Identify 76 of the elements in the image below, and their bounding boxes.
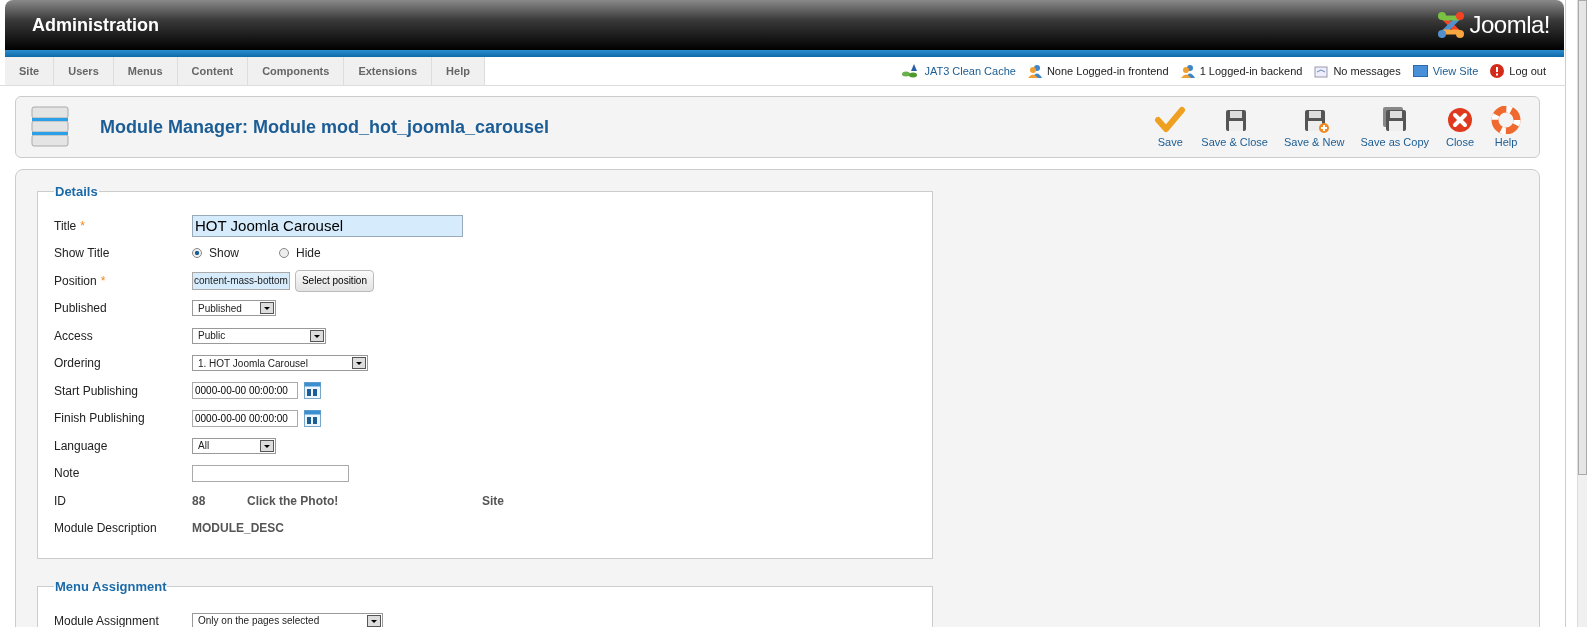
select-position-button[interactable]: Select position: [294, 269, 374, 292]
field-label: Module Description: [54, 521, 157, 536]
menu-item[interactable]: Users: [54, 57, 114, 85]
dropdown[interactable]: All: [192, 437, 276, 454]
caret-icon: [367, 614, 381, 627]
toolbar-button[interactable]: Help: [1483, 106, 1529, 148]
field-label: Start Publishing: [54, 383, 139, 398]
module-icon: [30, 105, 70, 149]
toolbar-button[interactable]: Save & Close: [1193, 106, 1276, 148]
date-input[interactable]: 0000-00-00 00:00:00: [192, 409, 298, 427]
field-label: Published: [54, 301, 107, 316]
scrollbar-thumb[interactable]: [1578, 0, 1587, 475]
radio-option[interactable]: Show: [192, 246, 279, 261]
page-title: Module Manager: Module mod_hot_joomla_carousel: [100, 116, 551, 138]
title-input[interactable]: HOT Joomla Carousel: [192, 214, 463, 237]
message-icon: [1314, 64, 1329, 78]
menu-item[interactable]: Components: [248, 57, 345, 85]
status-text: No messages: [1333, 65, 1401, 77]
field-label: Position: [54, 273, 97, 288]
field-label: Finish Publishing: [54, 411, 145, 426]
calendar-icon[interactable]: [304, 409, 321, 427]
dropdown[interactable]: 1. HOT Joomla Carousel: [192, 355, 368, 372]
radio-option[interactable]: Hide: [279, 246, 366, 261]
close-icon: [1445, 106, 1475, 134]
lifebuoy-icon: [1491, 106, 1521, 134]
required-mark: *: [100, 273, 106, 288]
status-text: 1 Logged-in backend: [1199, 65, 1303, 77]
field-label: Ordering: [54, 356, 101, 371]
menu-item[interactable]: Extensions: [344, 57, 433, 85]
cache-icon: [901, 64, 920, 78]
caret-icon: [260, 439, 274, 452]
info-value: MODULE_DESC: [192, 520, 284, 537]
toolbar-button[interactable]: Save: [1147, 106, 1194, 148]
position-input[interactable]: content-mass-bottom: [192, 271, 290, 290]
fieldset-legend: Menu Assignment: [54, 579, 168, 594]
screen-icon: [1412, 65, 1428, 77]
scrollbar[interactable]: [1577, 0, 1587, 627]
dropdown[interactable]: Public: [192, 327, 326, 344]
caret-icon: [260, 302, 274, 315]
menu-item[interactable]: Menus: [113, 57, 178, 85]
toolbar-button[interactable]: Save as Copy: [1352, 106, 1437, 148]
field-label: Note: [54, 466, 80, 481]
field-label: Module Assignment: [54, 613, 159, 627]
status-link[interactable]: JAT3 Clean Cache: [924, 65, 1016, 77]
checkmark-icon: [1155, 106, 1186, 134]
caret-icon: [352, 357, 366, 370]
fieldset-legend: Details: [54, 184, 99, 199]
menu-item[interactable]: Content: [177, 57, 249, 85]
menu-item[interactable]: Help: [432, 57, 485, 85]
header-title: Administration: [32, 14, 159, 36]
menu-item[interactable]: Site: [5, 57, 55, 85]
status-link[interactable]: View Site: [1432, 65, 1479, 77]
logo-icon: [1436, 10, 1467, 40]
field-label: Title: [54, 218, 77, 233]
users-icon: [1027, 64, 1042, 78]
dropdown[interactable]: Published: [192, 300, 276, 317]
required-mark: *: [80, 218, 85, 233]
field-label: Language: [54, 438, 108, 453]
logo-text: Joomla!: [1469, 11, 1550, 39]
field-label: ID: [54, 493, 66, 508]
note-input[interactable]: [192, 464, 349, 482]
date-input[interactable]: 0000-00-00 00:00:00: [192, 382, 298, 400]
toolbar-button[interactable]: Save & New: [1276, 106, 1353, 148]
alert-icon: [1490, 64, 1505, 78]
calendar-icon[interactable]: [304, 382, 321, 400]
status-text: None Logged-in frontend: [1046, 65, 1169, 77]
field-label: Show Title: [54, 246, 110, 261]
field-label: Access: [54, 328, 93, 343]
users-icon: [1180, 64, 1195, 78]
caret-icon: [310, 329, 324, 342]
info-value: Click the Photo!: [247, 492, 340, 509]
info-value: Site: [482, 492, 504, 509]
status-text: Log out: [1509, 65, 1546, 77]
dropdown[interactable]: Only on the pages selected: [192, 612, 383, 627]
toolbar-button[interactable]: Close: [1437, 106, 1483, 148]
info-value: 88: [192, 492, 207, 509]
